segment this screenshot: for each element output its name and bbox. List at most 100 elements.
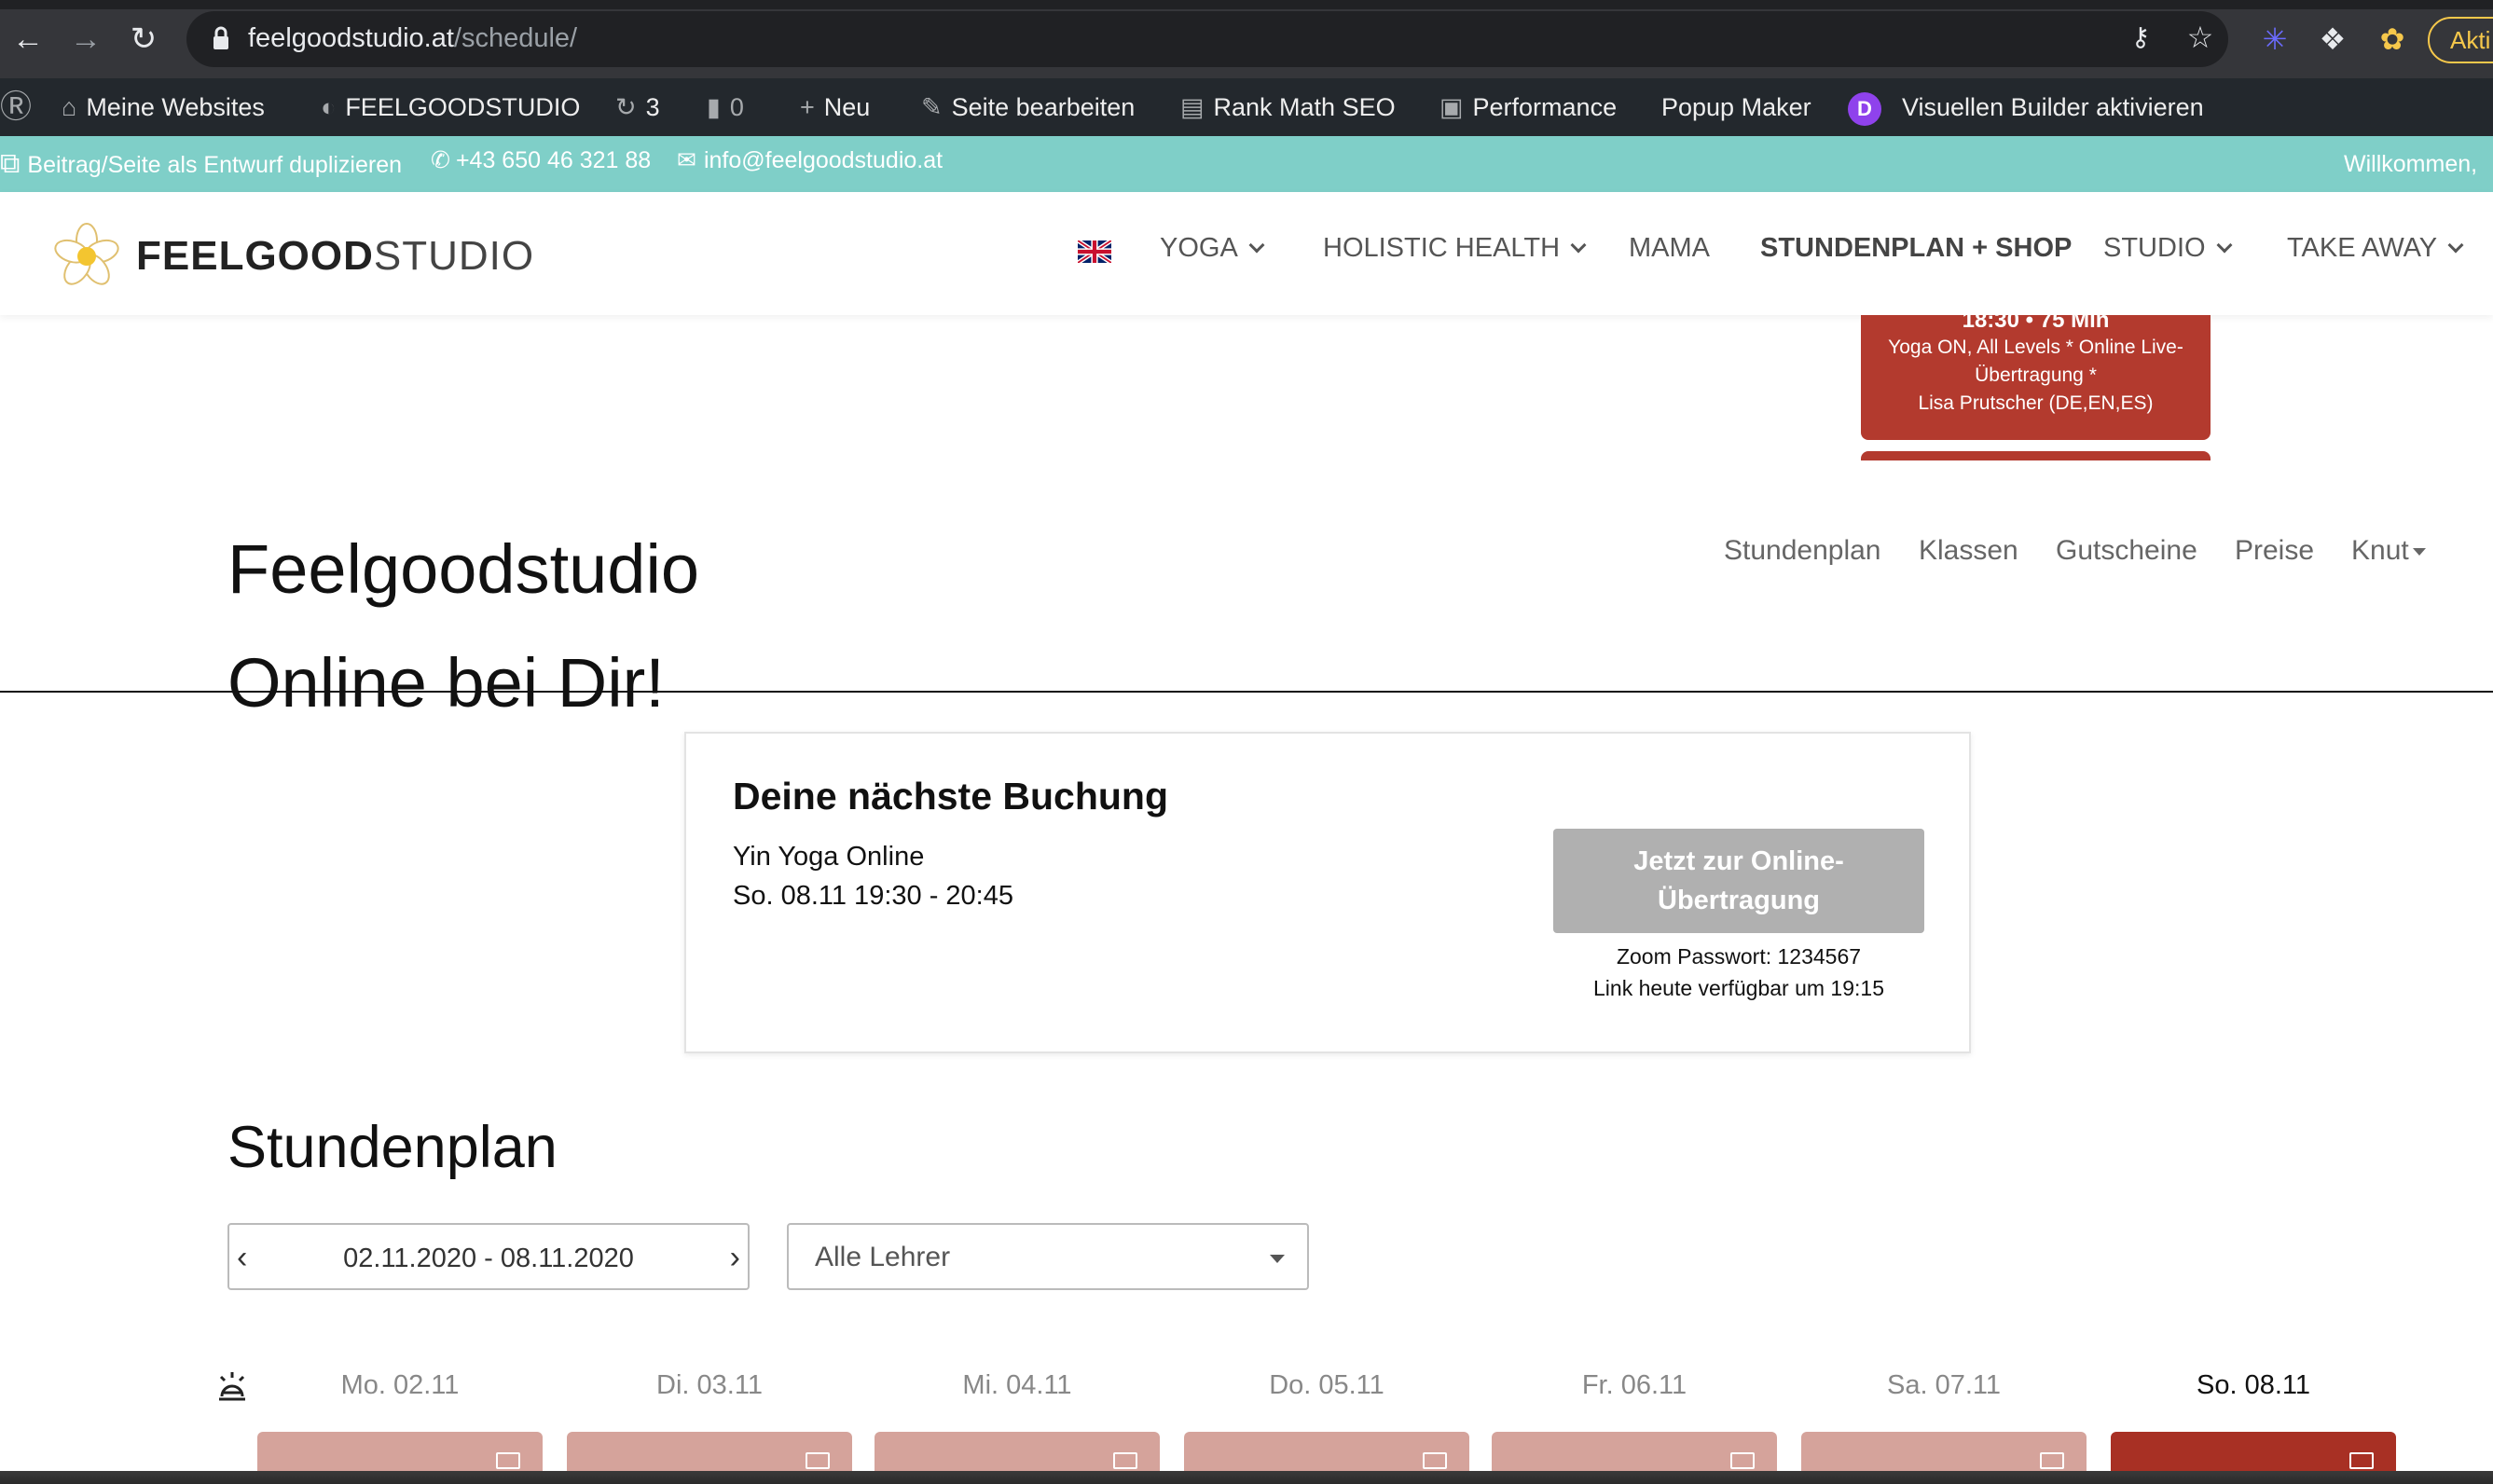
rank-math-menu[interactable]: ▤ Rank Math SEO bbox=[1180, 78, 1396, 136]
phone-link[interactable]: ✆ +43 650 46 321 88 bbox=[431, 132, 651, 188]
link-availability: Link heute verfügbar um 19:15 bbox=[1593, 976, 1884, 1000]
class-title-line1: Yoga ON, All Levels * Online Live- bbox=[1888, 337, 2183, 358]
pencil-icon: ✎ bbox=[921, 93, 943, 121]
chevron-right-icon[interactable]: › bbox=[730, 1240, 740, 1276]
nav-take-away-label: TAKE AWAY bbox=[2287, 233, 2438, 263]
page-title-line1: Feelgoodstudio bbox=[227, 530, 700, 608]
new-menu[interactable]: + Neu bbox=[800, 78, 870, 136]
url-text: feelgoodstudio.at/schedule/ bbox=[248, 23, 578, 53]
day-header-tue: Di. 03.11 bbox=[656, 1370, 763, 1400]
subnav-klassen[interactable]: Klassen bbox=[1919, 535, 2018, 567]
my-sites-menu[interactable]: ⌂ Meine Websites bbox=[62, 78, 265, 136]
video-icon bbox=[496, 1452, 520, 1469]
nav-yoga[interactable]: YOGA bbox=[1160, 233, 1265, 264]
nav-studio[interactable]: STUDIO bbox=[2103, 233, 2233, 264]
wordpress-logo-icon[interactable]: Ⓡ bbox=[0, 78, 41, 136]
comments-count: 0 bbox=[729, 93, 744, 121]
rank-math-icon: ▤ bbox=[1180, 93, 1205, 121]
subnav-user-label: Knut bbox=[2351, 535, 2409, 566]
lock-icon bbox=[213, 26, 228, 49]
join-online-button[interactable]: Jetzt zur Online- Übertragung bbox=[1553, 829, 1924, 933]
teacher-filter-value: Alle Lehrer bbox=[815, 1242, 951, 1272]
next-booking-card: Deine nächste Buchung Yin Yoga Online So… bbox=[684, 732, 1971, 1053]
nav-holistic-health[interactable]: HOLISTIC HEALTH bbox=[1323, 233, 1587, 264]
booking-heading: Deine nächste Buchung bbox=[733, 775, 1169, 818]
rank-math-label: Rank Math SEO bbox=[1213, 93, 1396, 121]
chevron-down-icon bbox=[1248, 237, 1265, 254]
puzzle-icon[interactable]: ❖ bbox=[2314, 21, 2351, 58]
mail-icon: ✉ bbox=[677, 147, 696, 173]
date-range-picker[interactable]: ‹ 02.11.2020 - 08.11.2020 › bbox=[227, 1223, 750, 1290]
nav-studio-label: STUDIO bbox=[2103, 233, 2206, 263]
caret-down-icon bbox=[2412, 548, 2426, 556]
email-link[interactable]: ✉ info@feelgoodstudio.at bbox=[677, 132, 943, 188]
email-label: info@feelgoodstudio.at bbox=[703, 147, 943, 173]
extension-sun-icon[interactable]: ✳ bbox=[2256, 21, 2293, 58]
video-icon bbox=[2040, 1452, 2064, 1469]
reload-icon[interactable]: ↻ bbox=[123, 19, 164, 60]
profile-button[interactable]: Akti bbox=[2428, 17, 2493, 63]
page-title: Feelgoodstudio Online bei Dir! bbox=[227, 513, 699, 740]
subnav-gutscheine[interactable]: Gutscheine bbox=[2056, 535, 2197, 567]
plus-icon: + bbox=[800, 93, 815, 121]
edit-page-link[interactable]: ✎ Seite bearbeiten bbox=[921, 78, 1135, 136]
visual-builder-link[interactable]: D Visuellen Builder aktivieren bbox=[1848, 78, 2204, 136]
performance-menu[interactable]: ▣ Performance bbox=[1439, 78, 1617, 136]
back-icon[interactable]: ← bbox=[7, 19, 48, 60]
nav-stundenplan-shop[interactable]: STUNDENPLAN + SHOP bbox=[1760, 233, 2072, 264]
comments-menu[interactable]: ▮ 0 bbox=[707, 78, 744, 136]
my-sites-label: Meine Websites bbox=[86, 93, 265, 121]
forward-icon[interactable]: → bbox=[65, 19, 106, 60]
copy-icon: ⧉ bbox=[0, 148, 21, 179]
nav-mama[interactable]: MAMA bbox=[1629, 233, 1710, 264]
video-icon bbox=[1423, 1452, 1447, 1469]
video-icon bbox=[806, 1452, 830, 1469]
day-header-wed: Mi. 04.11 bbox=[962, 1370, 1072, 1400]
chevron-down-icon bbox=[1570, 237, 1587, 254]
teacher-filter-select[interactable]: Alle Lehrer bbox=[787, 1223, 1309, 1290]
logo-wordmark: FEELGOODSTUDIO bbox=[136, 233, 535, 279]
now-indicator-icon bbox=[214, 1368, 250, 1404]
wp-admin-bar: Ⓡ ⌂ Meine Websites ◐ FEELGOODSTUDIO ↻ 3 ▮ 0 … bbox=[0, 78, 2493, 136]
duplicate-draft-link[interactable]: ⧉ Beitrag/Seite als Entwurf duplizieren bbox=[0, 136, 402, 192]
new-label: Neu bbox=[823, 93, 871, 121]
popup-maker-menu[interactable]: Popup Maker bbox=[1661, 78, 1811, 136]
date-range-value: 02.11.2020 - 08.11.2020 bbox=[343, 1244, 634, 1273]
subnav-preise[interactable]: Preise bbox=[2235, 535, 2314, 567]
performance-label: Performance bbox=[1472, 93, 1618, 121]
site-name-label: FEELGOODSTUDIO bbox=[345, 93, 581, 121]
key-icon[interactable]: ⚷ bbox=[2122, 19, 2159, 56]
address-bar[interactable]: feelgoodstudio.at/schedule/ ⚷ ☆ bbox=[186, 11, 2228, 67]
join-online-label-line1: Jetzt zur Online- bbox=[1633, 846, 1844, 876]
class-time: 18:30 • 75 Min bbox=[1962, 308, 2110, 333]
floating-class-card[interactable]: 18:30 • 75 Min Yoga ON, All Levels * Onl… bbox=[1861, 308, 2211, 440]
video-icon bbox=[1113, 1452, 1137, 1469]
divider bbox=[0, 691, 2493, 693]
uk-flag-icon[interactable] bbox=[1078, 240, 1111, 263]
video-icon bbox=[2349, 1452, 2374, 1469]
class-title-line2: Übertragung * bbox=[1975, 364, 2097, 386]
zoom-password: Zoom Passwort: 1234567 bbox=[1616, 944, 1862, 969]
dashboard-icon: ◐ bbox=[321, 93, 337, 121]
updates-count: 3 bbox=[645, 93, 660, 121]
subnav-stundenplan[interactable]: Stundenplan bbox=[1724, 535, 1881, 567]
floating-class-card-next[interactable] bbox=[1861, 451, 2211, 460]
updates-icon: ↻ bbox=[615, 93, 637, 121]
flower-logo-icon bbox=[54, 223, 119, 285]
updates-menu[interactable]: ↻ 3 bbox=[615, 78, 660, 136]
subnav-user-menu[interactable]: Knut bbox=[2351, 535, 2426, 567]
join-online-label-line2: Übertragung bbox=[1658, 886, 1820, 915]
class-teacher: Lisa Prutscher (DE,EN,ES) bbox=[1918, 392, 2154, 414]
video-icon bbox=[1730, 1452, 1755, 1469]
divi-icon: D bbox=[1848, 91, 1881, 126]
browser-toolbar: ← → ↻ feelgoodstudio.at/schedule/ ⚷ ☆ ✳ … bbox=[0, 0, 2493, 78]
edit-page-label: Seite bearbeiten bbox=[951, 93, 1136, 121]
day-header-mon: Mo. 02.11 bbox=[340, 1370, 460, 1400]
star-icon[interactable]: ☆ bbox=[2182, 19, 2219, 56]
popup-maker-label: Popup Maker bbox=[1661, 93, 1811, 121]
site-name-menu[interactable]: ◐ FEELGOODSTUDIO bbox=[321, 78, 580, 136]
page-title-line2: Online bei Dir! bbox=[227, 644, 665, 721]
chevron-down-icon bbox=[2447, 237, 2464, 254]
nav-take-away[interactable]: TAKE AWAY bbox=[2287, 233, 2464, 264]
flower-extension-icon[interactable]: ✿ bbox=[2374, 21, 2411, 58]
